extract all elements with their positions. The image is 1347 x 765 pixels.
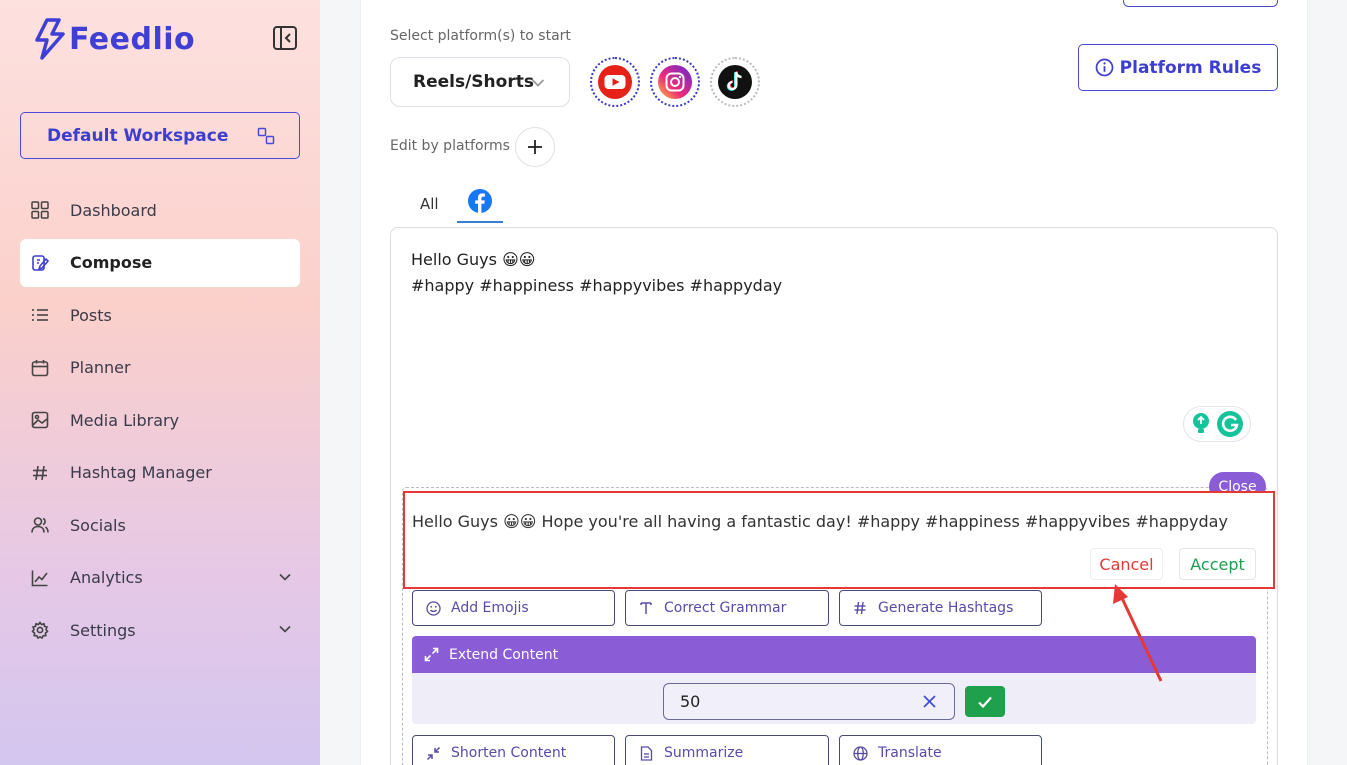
ai-suggestion-text: Hello Guys 😀😀 Hope you're all having a f… — [412, 512, 1228, 531]
logo[interactable]: Feedlio — [33, 18, 195, 60]
list-icon — [31, 306, 49, 324]
extend-length-input[interactable]: 50 — [663, 683, 955, 720]
extend-content-label: Extend Content — [449, 646, 559, 663]
youtube-icon — [598, 65, 632, 99]
chevron-down-icon — [279, 625, 291, 633]
sidebar-item-label: Planner — [70, 358, 131, 377]
editor-text-line: #happy #happiness #happyvibes #happyday — [411, 276, 783, 295]
workspace-selector[interactable]: Default Workspace — [20, 112, 300, 159]
sidebar-item-compose[interactable]: Compose — [20, 238, 300, 287]
sidebar-item-analytics[interactable]: Analytics — [20, 554, 300, 602]
workspace-name: Default Workspace — [47, 125, 229, 146]
tool-label: Correct Grammar — [664, 600, 787, 616]
sidebar-item-label: Posts — [70, 305, 112, 325]
instagram-icon — [658, 65, 692, 99]
smile-icon — [425, 600, 441, 616]
sidebar-item-planner[interactable]: Planner — [20, 344, 300, 392]
platform-tiktok[interactable] — [710, 57, 760, 107]
correct-grammar-button[interactable]: Correct Grammar — [625, 590, 829, 626]
format-select[interactable]: Reels/Shorts — [390, 57, 570, 107]
accept-button[interactable]: Accept — [1179, 548, 1256, 580]
lightbulb-icon — [1193, 413, 1209, 433]
tool-label: Translate — [878, 745, 942, 761]
grammarly-icon — [1217, 411, 1243, 437]
sidebar-item-settings[interactable]: Settings — [20, 606, 300, 654]
chart-icon — [31, 569, 49, 587]
tiktok-icon — [718, 65, 752, 99]
extend-content-header[interactable]: Extend Content — [412, 636, 1256, 673]
sidebar-item-label: Hashtag Manager — [70, 463, 212, 482]
check-icon — [978, 696, 992, 708]
switch-workspace-icon — [257, 127, 275, 144]
sidebar-item-dashboard[interactable]: Dashboard — [20, 186, 300, 234]
editor-text-line: Hello Guys 😀😀 — [411, 250, 536, 269]
hashtag-icon — [31, 464, 49, 482]
summarize-button[interactable]: Summarize — [625, 735, 829, 765]
tool-label: Summarize — [664, 745, 744, 761]
sidebar-item-label: Compose — [70, 253, 153, 272]
sidebar-collapse-icon — [273, 26, 297, 50]
shorten-content-button[interactable]: Shorten Content — [412, 735, 615, 765]
platform-instagram[interactable] — [650, 57, 700, 107]
sidebar-item-label: Settings — [70, 620, 136, 640]
translate-button[interactable]: Translate — [839, 735, 1042, 765]
shrink-icon — [425, 745, 441, 761]
sidebar-item-label: Analytics — [70, 568, 143, 587]
gear-icon — [31, 621, 49, 639]
tab-facebook[interactable] — [457, 181, 503, 223]
generate-hashtags-button[interactable]: Generate Hashtags — [839, 590, 1042, 626]
edit-by-platforms-label: Edit by platforms — [390, 138, 510, 154]
document-icon — [638, 745, 654, 761]
expand-icon — [424, 647, 439, 662]
calendar-icon — [31, 359, 49, 377]
facebook-icon — [468, 189, 492, 213]
tool-label: Generate Hashtags — [878, 600, 1014, 616]
chevron-down-icon — [279, 573, 291, 581]
info-icon — [1095, 58, 1114, 77]
sidebar: Feedlio Default Workspace Dashboard Comp… — [0, 0, 320, 765]
add-platform-button[interactable] — [515, 127, 555, 167]
sidebar-nav: Dashboard Compose Posts Planner Media Li… — [20, 186, 300, 659]
sidebar-item-label: Dashboard — [70, 200, 157, 220]
top-button-edge[interactable] — [1123, 0, 1278, 7]
tool-label: Shorten Content — [451, 745, 567, 761]
image-icon — [31, 411, 49, 429]
plus-icon — [528, 140, 542, 154]
grammarly-widget[interactable] — [1183, 406, 1251, 442]
platform-rules-button[interactable]: Platform Rules — [1078, 44, 1278, 91]
select-platform-label: Select platform(s) to start — [390, 28, 571, 44]
chevron-down-icon — [531, 79, 545, 87]
text-icon — [638, 600, 654, 616]
collapse-sidebar-button[interactable] — [272, 25, 298, 51]
extend-length-value: 50 — [680, 692, 701, 711]
confirm-extend-button[interactable] — [965, 686, 1005, 717]
tab-all[interactable]: All — [420, 195, 439, 213]
sidebar-item-posts[interactable]: Posts — [20, 291, 300, 339]
platform-rules-label: Platform Rules — [1119, 57, 1262, 78]
tool-label: Add Emojis — [451, 600, 529, 616]
clear-icon[interactable] — [922, 694, 937, 709]
format-select-value: Reels/Shorts — [413, 72, 534, 92]
bolt-logo-icon — [35, 18, 65, 60]
cancel-button[interactable]: Cancel — [1090, 548, 1163, 580]
hashtag-icon — [852, 600, 868, 616]
globe-icon — [852, 745, 868, 761]
sidebar-item-media-library[interactable]: Media Library — [20, 396, 300, 444]
platform-youtube[interactable] — [590, 57, 640, 107]
users-icon — [31, 516, 49, 534]
sidebar-item-label: Socials — [70, 515, 126, 535]
add-emojis-button[interactable]: Add Emojis — [412, 590, 615, 626]
sidebar-item-socials[interactable]: Socials — [20, 501, 300, 549]
grid-icon — [31, 201, 49, 219]
compose-icon — [31, 254, 49, 272]
sidebar-item-label: Media Library — [70, 410, 180, 430]
logo-text: Feedlio — [69, 21, 196, 57]
sidebar-item-hashtag-manager[interactable]: Hashtag Manager — [20, 449, 300, 497]
